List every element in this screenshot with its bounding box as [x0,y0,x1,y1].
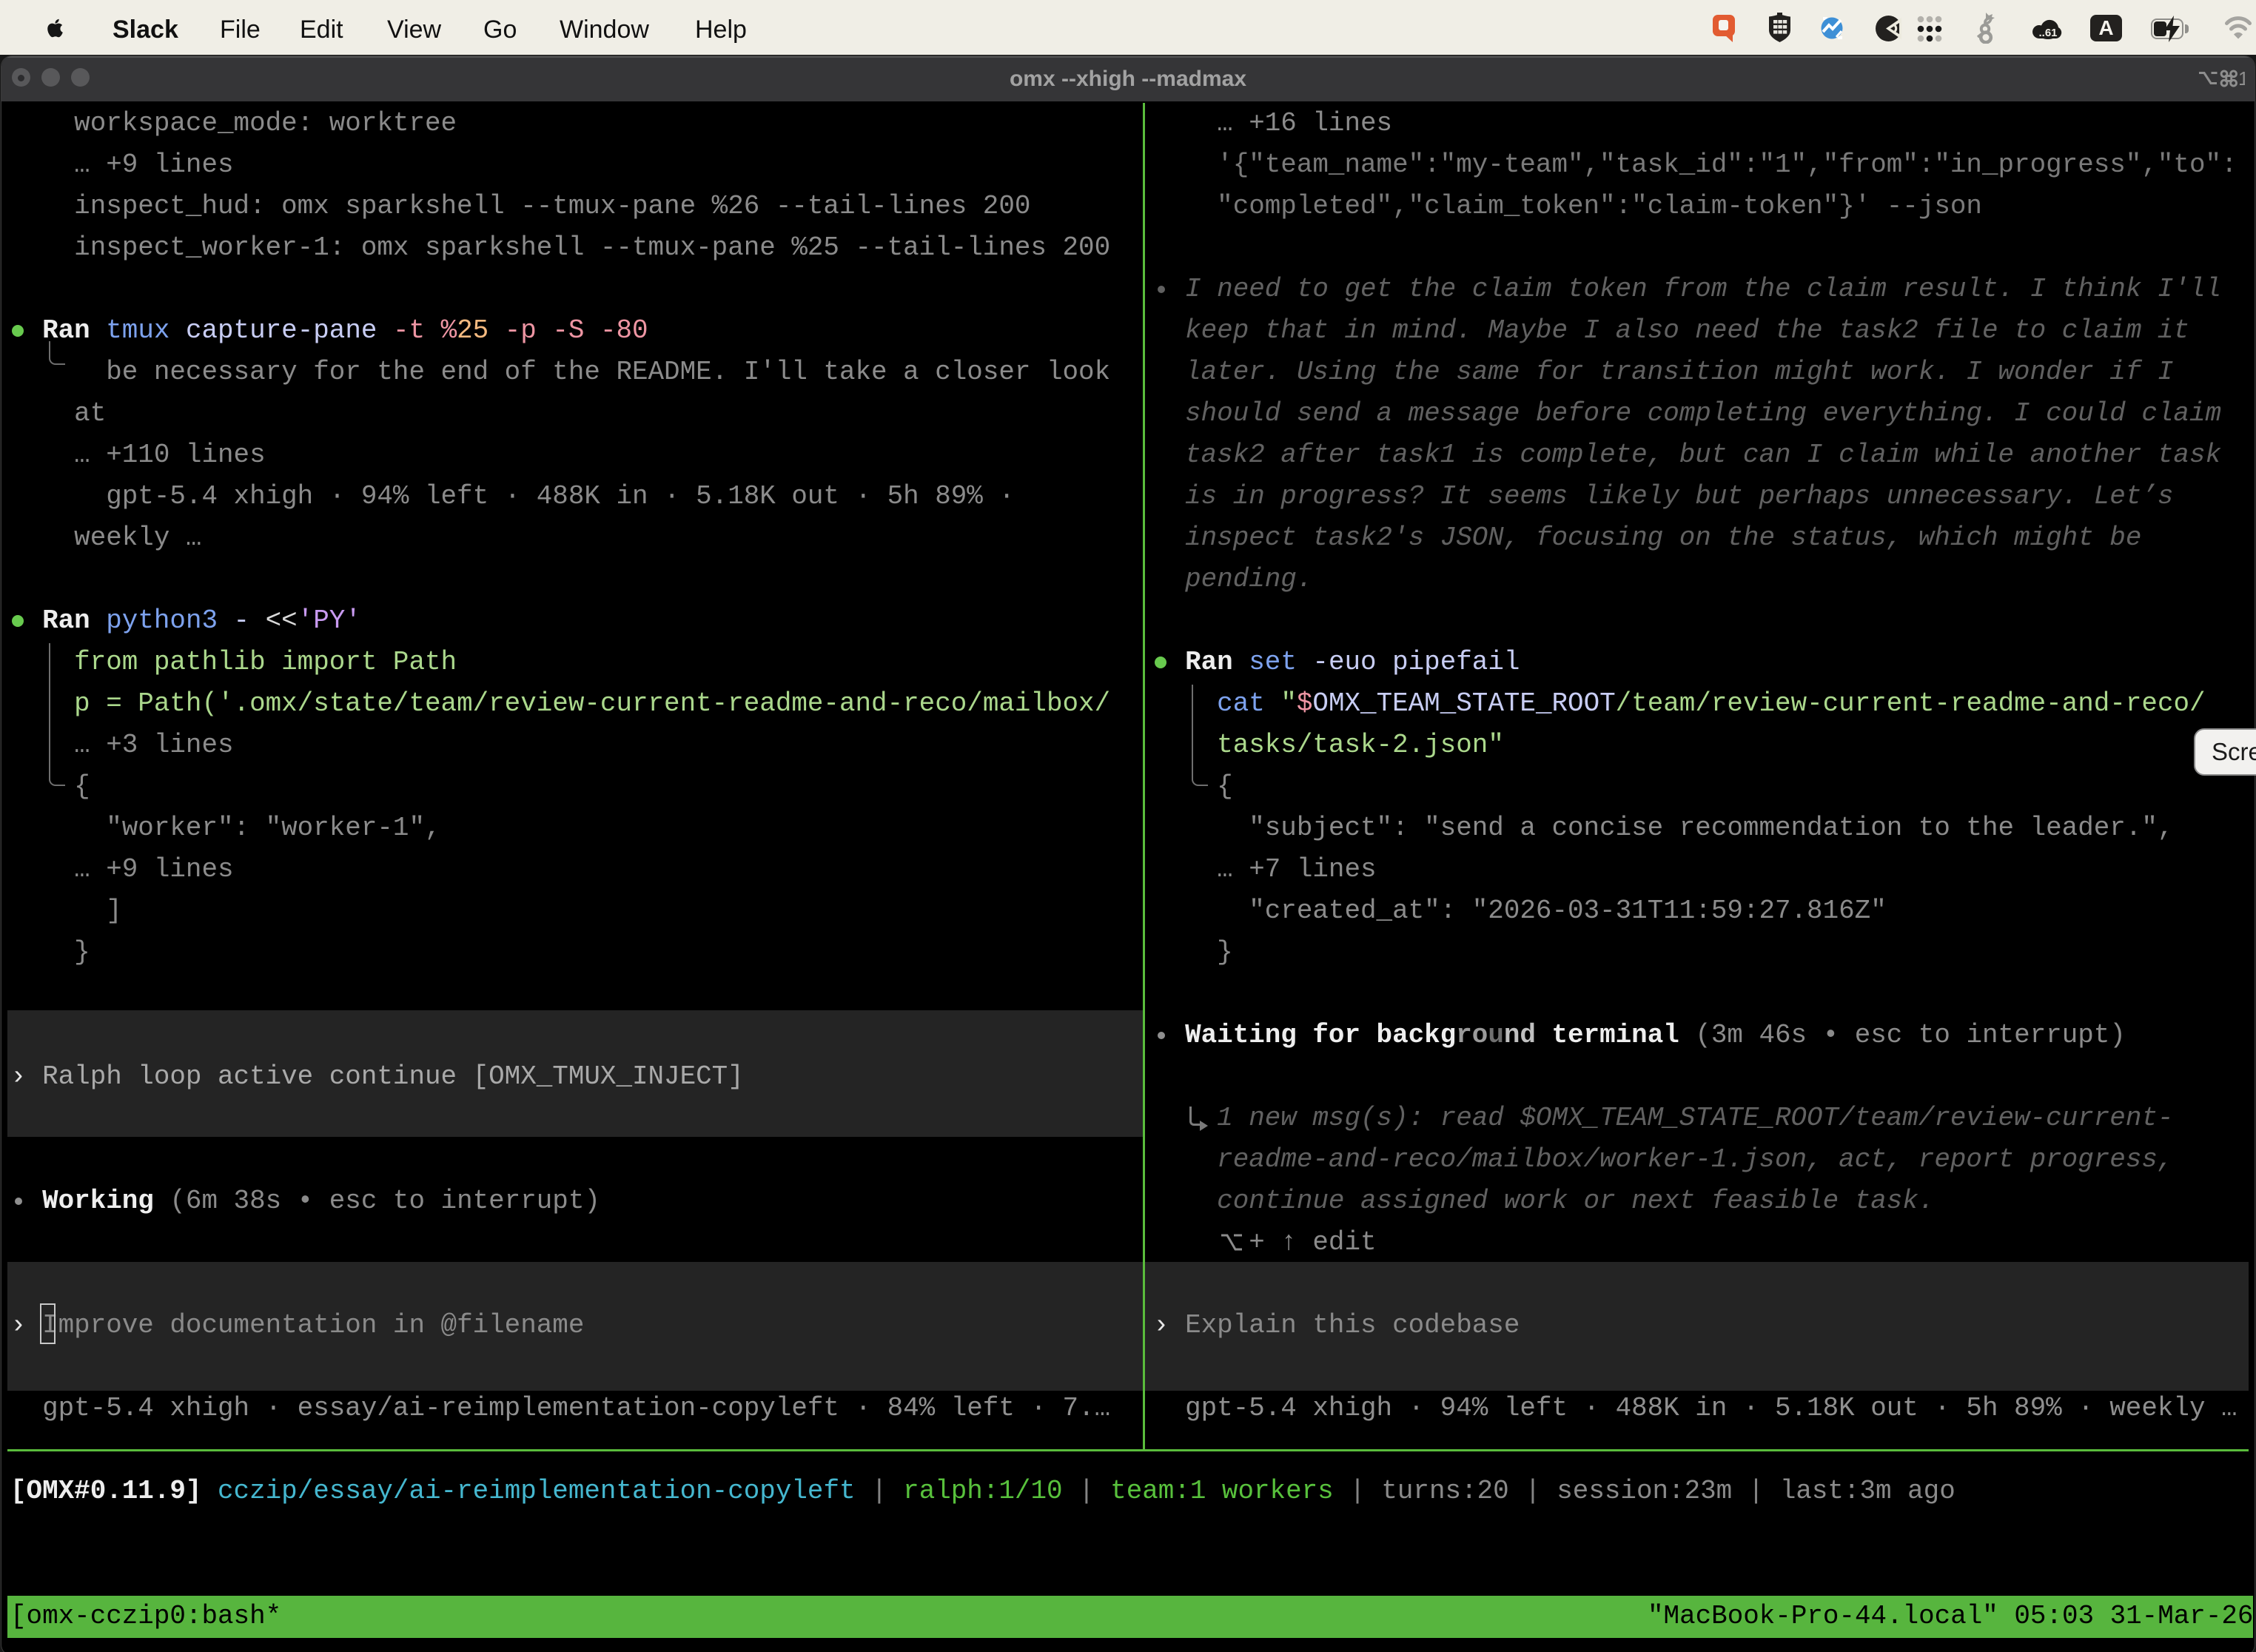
svg-text:1: 1 [2238,67,2245,90]
svg-text:..61: ..61 [2038,27,2057,39]
